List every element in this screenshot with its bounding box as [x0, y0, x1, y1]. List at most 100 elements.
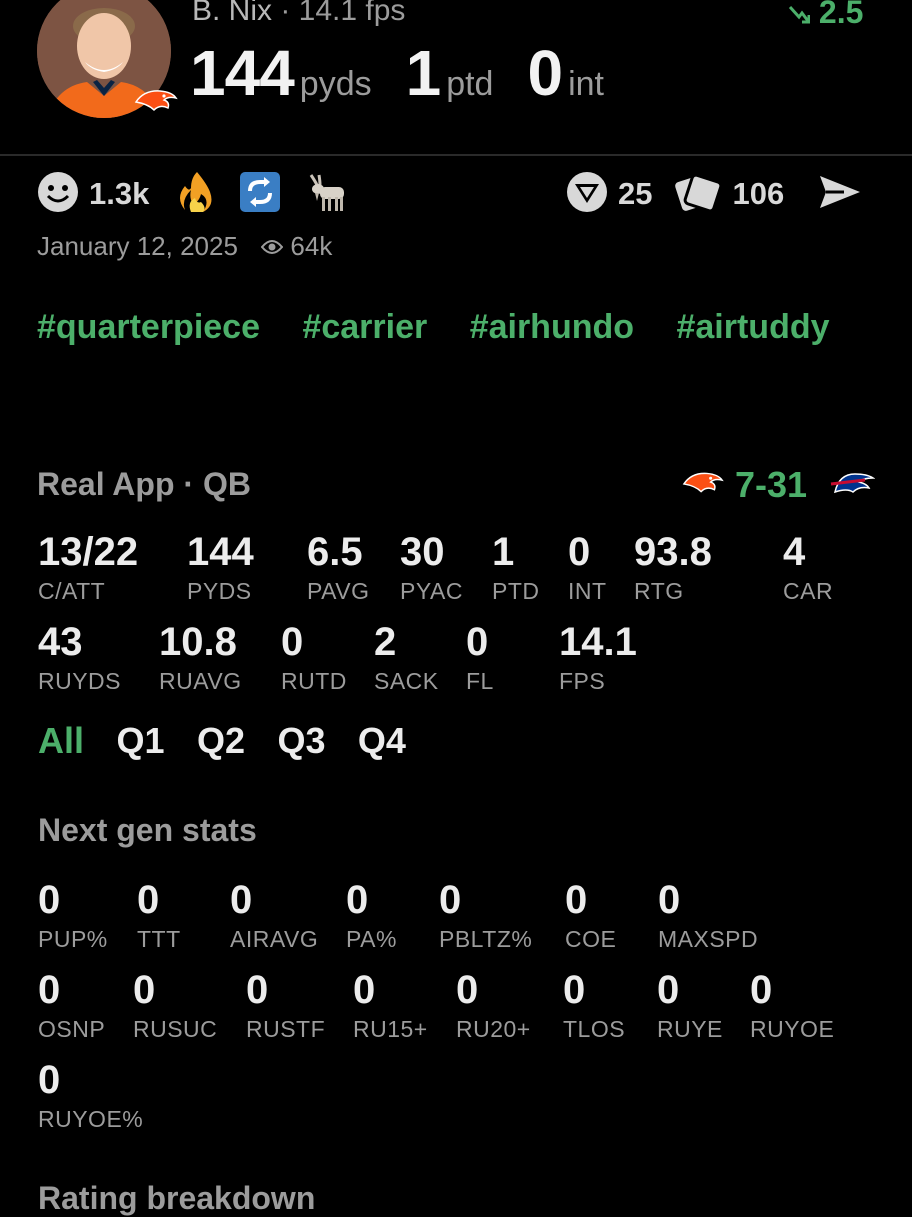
- stat-label: RUYDS: [38, 668, 122, 694]
- fire-reaction-icon[interactable]: [177, 170, 217, 219]
- stat-value: 0: [137, 878, 160, 922]
- stat-label: RU15+: [353, 1016, 428, 1042]
- stat-label: COE: [565, 926, 617, 952]
- bills-team-icon[interactable]: [829, 468, 876, 503]
- stat-value: 2: [374, 620, 397, 664]
- stat-label: RUYE: [657, 1016, 723, 1042]
- stat-value: 0: [439, 878, 462, 922]
- stat-value: 0: [38, 878, 61, 922]
- stat-value: 0: [466, 620, 489, 664]
- stat-label: RTG: [634, 578, 684, 604]
- stat-value: 0: [565, 878, 588, 922]
- stat-label: FPS: [559, 668, 606, 694]
- headline-int-value: 0: [527, 37, 563, 109]
- share-icon[interactable]: [818, 174, 862, 215]
- stat-value: 0: [281, 620, 304, 664]
- stat-label: RUYOE%: [38, 1106, 144, 1132]
- stat-value: 0: [658, 878, 681, 922]
- stat-label: INT: [568, 578, 607, 604]
- cards-icon[interactable]: [672, 172, 724, 217]
- views-eye-icon: [260, 231, 290, 261]
- score-denver: 7: [735, 464, 756, 505]
- smile-count: 1.3k: [89, 176, 150, 211]
- reaction-bar: 1.3k: [37, 170, 349, 219]
- stat-value: 93.8: [634, 530, 712, 574]
- vote-count: 25: [618, 176, 653, 211]
- stat-label: RU20+: [456, 1016, 531, 1042]
- tab-q4[interactable]: Q4: [358, 720, 406, 761]
- stat-value: 0: [456, 968, 479, 1012]
- headline-ptd-unit: ptd: [446, 65, 494, 103]
- stat-label: OSNP: [38, 1016, 106, 1042]
- hashtag[interactable]: #airtuddy: [676, 308, 829, 347]
- action-bar: 25 106: [566, 171, 862, 218]
- next-gen-title: Next gen stats: [38, 812, 257, 848]
- player-name[interactable]: B. Nix: [192, 0, 272, 27]
- stat-value: 6.5: [307, 530, 363, 574]
- broncos-team-icon[interactable]: [682, 470, 724, 501]
- stat-label: PTD: [492, 578, 540, 604]
- stat-label: RUYOE: [750, 1016, 835, 1042]
- rating-breakdown-title: Rating breakdown: [38, 1180, 316, 1216]
- stat-value: 4: [783, 530, 806, 574]
- stat-value: 0: [38, 1058, 61, 1102]
- stat-label: AIRAVG: [230, 926, 319, 952]
- tab-q1[interactable]: Q1: [116, 720, 164, 761]
- stat-value: 14.1: [559, 620, 637, 664]
- stat-value: 0: [246, 968, 269, 1012]
- trend-indicator: 2.5: [788, 0, 863, 31]
- fps-text: · 14.1 fps: [280, 0, 406, 27]
- stat-label: PA%: [346, 926, 397, 952]
- score-separator: -: [755, 464, 768, 505]
- stat-value: 0: [133, 968, 156, 1012]
- stat-label: CAR: [783, 578, 834, 604]
- stat-label: RUAVG: [159, 668, 242, 694]
- stat-label: C/ATT: [38, 578, 106, 604]
- stat-label: PAVG: [307, 578, 370, 604]
- score-buffalo: 31: [767, 464, 808, 505]
- tab-q2[interactable]: Q2: [197, 720, 245, 761]
- tab-q3[interactable]: Q3: [277, 720, 325, 761]
- stat-value: 43: [38, 620, 83, 664]
- hashtag[interactable]: #quarterpiece: [37, 308, 260, 347]
- game-source-title: Real App · QB: [37, 466, 251, 502]
- hashtag-list: #quarterpiece #carrier #airhundo #airtud…: [37, 308, 877, 367]
- stat-value: 10.8: [159, 620, 237, 664]
- tab-all[interactable]: All: [38, 720, 84, 761]
- stat-value: 0: [568, 530, 591, 574]
- repeat-reaction-icon[interactable]: [239, 171, 281, 218]
- stat-label: RUTD: [281, 668, 347, 694]
- game-score: 7-31: [735, 464, 807, 506]
- stat-value: 0: [750, 968, 773, 1012]
- stat-label: MAXSPD: [658, 926, 759, 952]
- vote-icon[interactable]: [566, 171, 608, 218]
- stat-value: 0: [657, 968, 680, 1012]
- hashtag[interactable]: #carrier: [302, 308, 427, 347]
- headline-ptd-value: 1: [405, 37, 442, 109]
- views-count: 64k: [290, 231, 333, 261]
- player-name-line: B. Nix · 14.1 fps: [192, 0, 405, 28]
- cards-count: 106: [732, 176, 785, 211]
- goat-reaction-icon[interactable]: [305, 171, 349, 218]
- stat-value: 144: [187, 530, 254, 574]
- stat-label: SACK: [374, 668, 439, 694]
- stat-value: 0: [563, 968, 586, 1012]
- stat-value: 13/22: [38, 530, 139, 574]
- stat-value: 0: [353, 968, 376, 1012]
- hashtag[interactable]: #airhundo: [470, 308, 634, 347]
- smile-reaction-icon[interactable]: [37, 171, 79, 218]
- stat-label: PYAC: [400, 578, 463, 604]
- headline-int-unit: int: [568, 65, 604, 103]
- trend-value: 2.5: [818, 0, 864, 30]
- stat-label: PBLTZ%: [439, 926, 533, 952]
- stat-label: PYDS: [187, 578, 252, 604]
- stat-label: TTT: [137, 926, 181, 952]
- header-divider: [0, 154, 912, 156]
- stat-value: 1: [492, 530, 515, 574]
- post-meta: January 12, 2025 64k: [37, 231, 332, 262]
- headline-stats: 144 pyds 1 ptd 0 int: [190, 36, 638, 110]
- quarter-tabs: All Q1 Q2 Q3 Q4: [38, 720, 434, 762]
- headline-pyds-unit: pyds: [299, 65, 372, 103]
- stat-label: RUSUC: [133, 1016, 218, 1042]
- stat-value: 0: [346, 878, 369, 922]
